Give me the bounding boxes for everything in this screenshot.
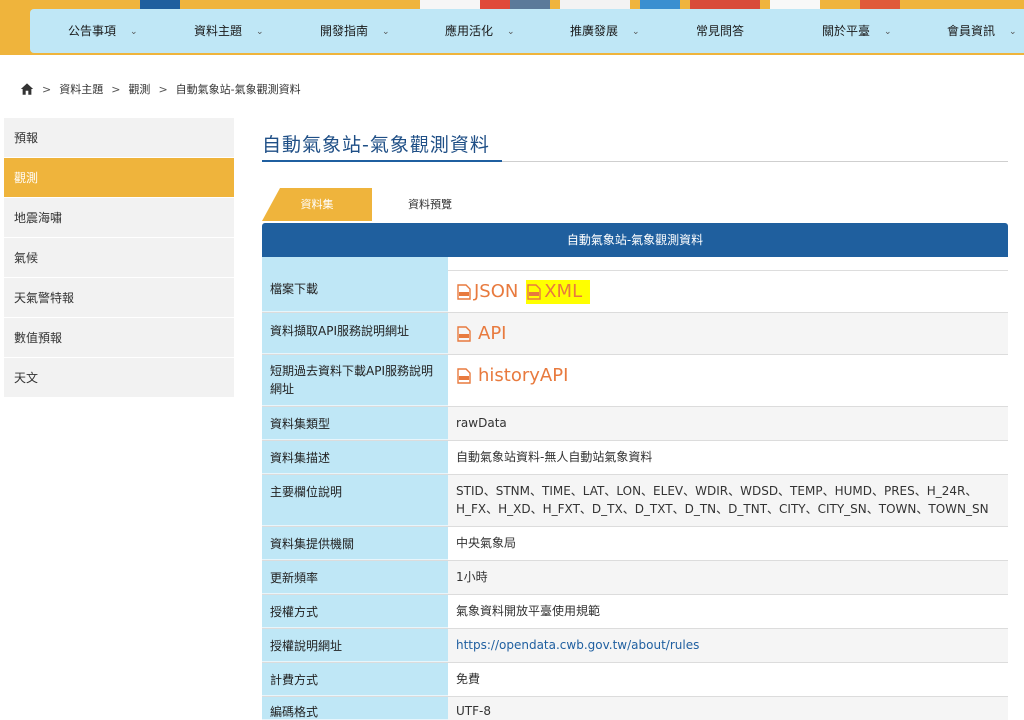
header-decoration — [560, 0, 630, 9]
title-underline — [262, 160, 502, 162]
chevron-down-icon: ⌄ — [382, 27, 390, 37]
nav-item-dev-guide[interactable]: 開發指南 ⌄ — [320, 9, 390, 53]
row-value: https://opendata.cwb.gov.tw/about/rules — [448, 629, 1008, 662]
row-file-download: 檔案下載 JSON XML — [262, 271, 1008, 313]
row-history-api: 短期過去資料下載API服務說明網址 historyAPI — [262, 355, 1008, 407]
row-provider: 資料集提供機關 中央氣象局 — [262, 527, 1008, 561]
tab-data-preview[interactable]: 資料預覽 — [370, 188, 490, 221]
json-download-link[interactable]: JSON — [456, 280, 518, 304]
row-label: 資料集描述 — [262, 441, 448, 474]
chevron-down-icon: ⌄ — [884, 27, 892, 37]
row-label: 資料集提供機關 — [262, 527, 448, 560]
page-title: 自動氣象站-氣象觀測資料 — [262, 134, 490, 156]
sidebar-item-numerical-forecast[interactable]: 數值預報 — [4, 318, 234, 358]
header-decoration — [480, 0, 510, 9]
file-download-icon — [457, 326, 471, 342]
home-icon[interactable] — [20, 82, 34, 96]
breadcrumb: > 資料主題 > 觀測 > 自動氣象站-氣象觀測資料 — [20, 80, 301, 98]
nav-item-data-topics[interactable]: 資料主題 ⌄ — [194, 9, 264, 53]
row-label: 資料集類型 — [262, 407, 448, 440]
xml-download-link[interactable]: XML — [526, 280, 591, 304]
row-value: 自動氣象站資料-無人自動站氣象資料 — [456, 450, 653, 464]
row-value: 1小時 — [448, 561, 1008, 594]
table-spacer — [262, 257, 1008, 271]
row-label: 編碼格式 — [262, 697, 448, 720]
breadcrumb-item-observation[interactable]: 觀測 — [128, 81, 150, 97]
row-label: 授權說明網址 — [262, 629, 448, 662]
row-value: 免費 — [456, 672, 481, 686]
breadcrumb-item-data-topics[interactable]: 資料主題 — [59, 81, 103, 97]
row-update-frequency: 更新頻率 1小時 — [262, 561, 1008, 595]
row-value: UTF-8 — [448, 697, 1008, 720]
sidebar-item-observation[interactable]: 觀測 — [4, 158, 234, 198]
nav-item-announcements[interactable]: 公告事項 ⌄ — [68, 9, 138, 53]
main-navbar: 公告事項 ⌄ 資料主題 ⌄ 開發指南 ⌄ 應用活化 ⌄ 推廣發展 ⌄ 常見問答 關於平臺 ⌄… — [30, 9, 1024, 53]
header-decoration — [420, 0, 480, 9]
row-value: JSON XML — [448, 271, 1008, 312]
api-doc-link[interactable]: API — [456, 322, 506, 346]
chevron-down-icon: ⌄ — [507, 27, 515, 37]
chevron-down-icon: ⌄ — [632, 27, 640, 37]
sidebar-item-astronomy[interactable]: 天文 — [4, 358, 234, 398]
row-label: 計費方式 — [262, 663, 448, 696]
header-decoration — [640, 0, 680, 9]
row-label: 更新頻率 — [262, 561, 448, 594]
row-license-url: 授權說明網址 https://opendata.cwb.gov.tw/about… — [262, 629, 1008, 663]
row-label: 檔案下載 — [262, 271, 448, 312]
nav-item-faq[interactable]: 常見問答 — [696, 9, 744, 53]
row-label: 資料擷取API服務說明網址 — [262, 313, 448, 354]
row-dataset-description: 資料集描述 自動氣象站資料-無人自動站氣象資料 — [262, 441, 1008, 475]
sidebar: 預報 觀測 地震海嘯 氣候 天氣警特報 數值預報 天文 — [4, 118, 234, 398]
row-value: rawData — [448, 407, 1008, 440]
sidebar-item-forecast[interactable]: 預報 — [4, 118, 234, 158]
header-decoration — [860, 0, 900, 9]
row-fee: 計費方式 免費 — [262, 663, 1008, 697]
chevron-down-icon: ⌄ — [130, 27, 138, 37]
chevron-down-icon: ⌄ — [256, 27, 264, 37]
row-label: 短期過去資料下載API服務說明網址 — [262, 355, 448, 406]
row-value: historyAPI — [448, 355, 1008, 406]
row-label: 主要欄位說明 — [262, 475, 448, 526]
breadcrumb-separator: > — [111, 82, 121, 96]
header-decoration — [770, 0, 820, 9]
row-main-fields: 主要欄位說明 STID、STNM、TIME、LAT、LON、ELEV、WDIR、… — [262, 475, 1008, 527]
file-download-icon — [457, 284, 471, 300]
sidebar-item-weather-warnings[interactable]: 天氣警特報 — [4, 278, 234, 318]
row-value: 氣象資料開放平臺使用規範 — [456, 604, 601, 618]
nav-item-applications[interactable]: 應用活化 ⌄ — [445, 9, 515, 53]
nav-item-promotion[interactable]: 推廣發展 ⌄ — [570, 9, 640, 53]
row-api-doc: 資料擷取API服務說明網址 API — [262, 313, 1008, 355]
row-value: API — [448, 313, 1008, 354]
header-decoration — [510, 0, 550, 9]
tab-dataset[interactable]: 資料集 — [262, 188, 372, 221]
row-encoding: 編碼格式 UTF-8 — [262, 697, 1008, 720]
sidebar-item-earthquake-tsunami[interactable]: 地震海嘯 — [4, 198, 234, 238]
chevron-down-icon: ⌄ — [1009, 27, 1017, 37]
row-value: STID、STNM、TIME、LAT、LON、ELEV、WDIR、WDSD、TE… — [448, 475, 1008, 526]
breadcrumb-separator: > — [42, 82, 52, 96]
table-header: 自動氣象站-氣象觀測資料 — [262, 223, 1008, 257]
license-url-link[interactable]: https://opendata.cwb.gov.tw/about/rules — [456, 638, 699, 652]
row-dataset-type: 資料集類型 rawData — [262, 407, 1008, 441]
row-label: 授權方式 — [262, 595, 448, 628]
file-download-icon — [527, 284, 541, 300]
header-decoration — [140, 0, 180, 9]
breadcrumb-item-current: 自動氣象站-氣象觀測資料 — [175, 83, 301, 96]
nav-item-about[interactable]: 關於平臺 ⌄ — [822, 9, 892, 53]
breadcrumb-separator: > — [158, 82, 168, 96]
row-license: 授權方式 氣象資料開放平臺使用規範 — [262, 595, 1008, 629]
history-api-link[interactable]: historyAPI — [456, 364, 568, 388]
row-value: 中央氣象局 — [456, 536, 517, 550]
header-decoration — [690, 0, 760, 9]
nav-item-member[interactable]: 會員資訊 ⌄ — [947, 9, 1017, 53]
file-download-icon — [457, 368, 471, 384]
sidebar-item-climate[interactable]: 氣候 — [4, 238, 234, 278]
